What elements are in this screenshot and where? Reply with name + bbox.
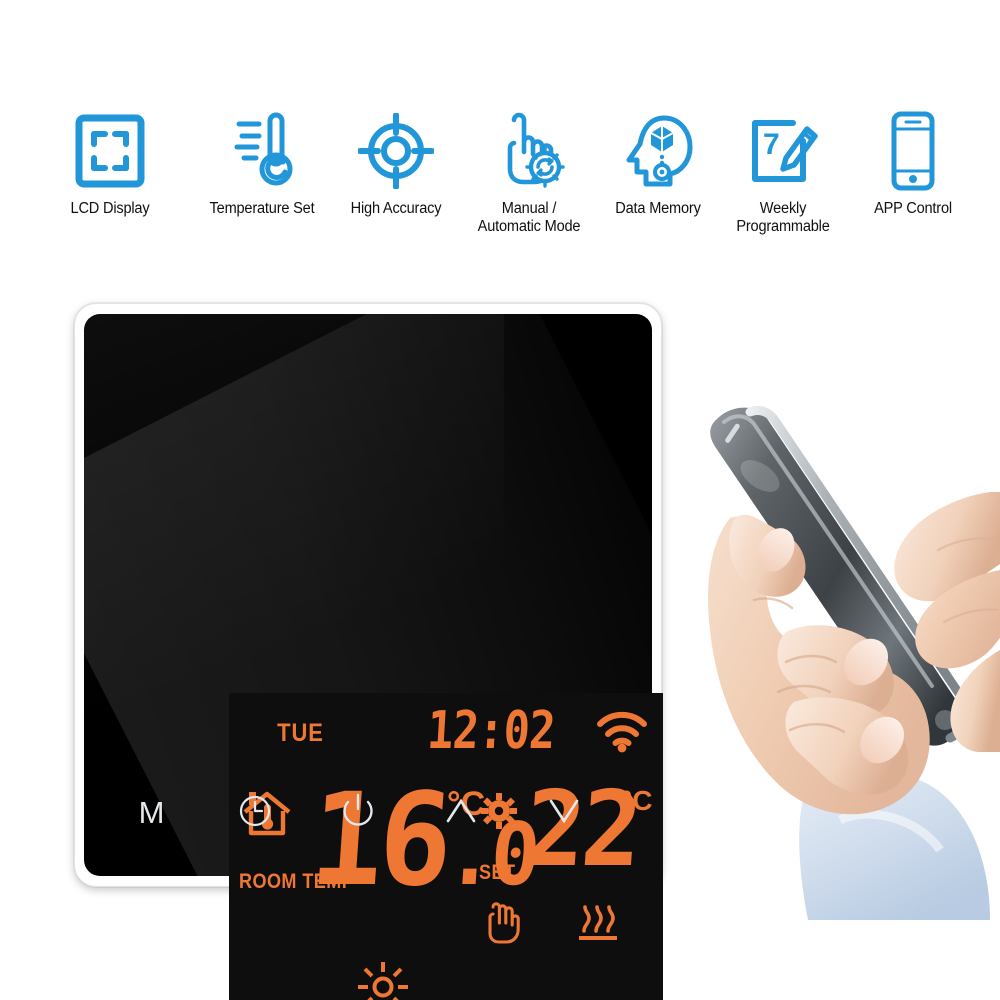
clock-display: 12:02: [425, 701, 557, 761]
temp-down-button[interactable]: [535, 790, 593, 836]
feature-lcd-display: LCD Display: [35, 112, 185, 218]
sun-icon: [357, 961, 409, 1000]
clock-button[interactable]: [226, 790, 284, 836]
temp-up-button[interactable]: [432, 790, 490, 836]
touch-button-row: M: [74, 783, 642, 843]
clock-icon: [238, 794, 272, 833]
wifi-icon: [597, 711, 647, 758]
chevron-down-icon: [547, 796, 581, 831]
set-label: SET: [479, 861, 516, 884]
hand-manual-icon: [482, 901, 522, 950]
feature-label: Weekly Programmable: [736, 200, 830, 235]
feature-label: High Accuracy: [350, 200, 442, 217]
hand-cycle-icon: [454, 112, 604, 190]
feature-app-control: APP Control: [838, 111, 988, 218]
thermostat-device: TUE 12:02 ROOM TEMP 16.0 °C SET 22 °C M: [74, 303, 663, 1000]
feature-label: APP Control: [874, 200, 952, 217]
hands-holding-smartphone-photo: [690, 400, 1000, 920]
lcd-display-icon: [35, 112, 185, 190]
feature-manual-automatic-mode: Manual / Automatic Mode: [454, 112, 604, 236]
thermometer-icon: [187, 112, 337, 190]
feature-temperature-set: Temperature Set: [187, 112, 337, 218]
power-button[interactable]: [329, 790, 387, 836]
feature-high-accuracy: High Accuracy: [321, 112, 471, 218]
menu-mode-label: M: [138, 795, 165, 830]
day-of-week-indicator: TUE: [277, 719, 324, 747]
crosshair-target-icon: [321, 112, 471, 190]
chevron-up-icon: [444, 796, 478, 831]
feature-label: Temperature Set: [209, 200, 315, 217]
power-icon: [341, 793, 375, 834]
heating-waves-icon: [575, 903, 621, 948]
feature-label: Manual / Automatic Mode: [477, 200, 581, 235]
svg-text:7: 7: [763, 128, 780, 161]
lcd-screen: TUE 12:02 ROOM TEMP 16.0 °C SET 22 °C: [229, 693, 663, 1000]
calendar-pen-icon: 7: [708, 112, 858, 190]
feature-label: LCD Display: [70, 200, 150, 217]
menu-mode-button[interactable]: M: [123, 790, 181, 836]
smartphone-icon: [838, 111, 988, 191]
product-feature-image: LCD Display Temperature Set High Accurac…: [0, 0, 1000, 1000]
feature-icon-strip: LCD Display Temperature Set High Accurac…: [0, 111, 1000, 272]
feature-weekly-programmable: 7 Weekly Programmable: [708, 112, 858, 236]
